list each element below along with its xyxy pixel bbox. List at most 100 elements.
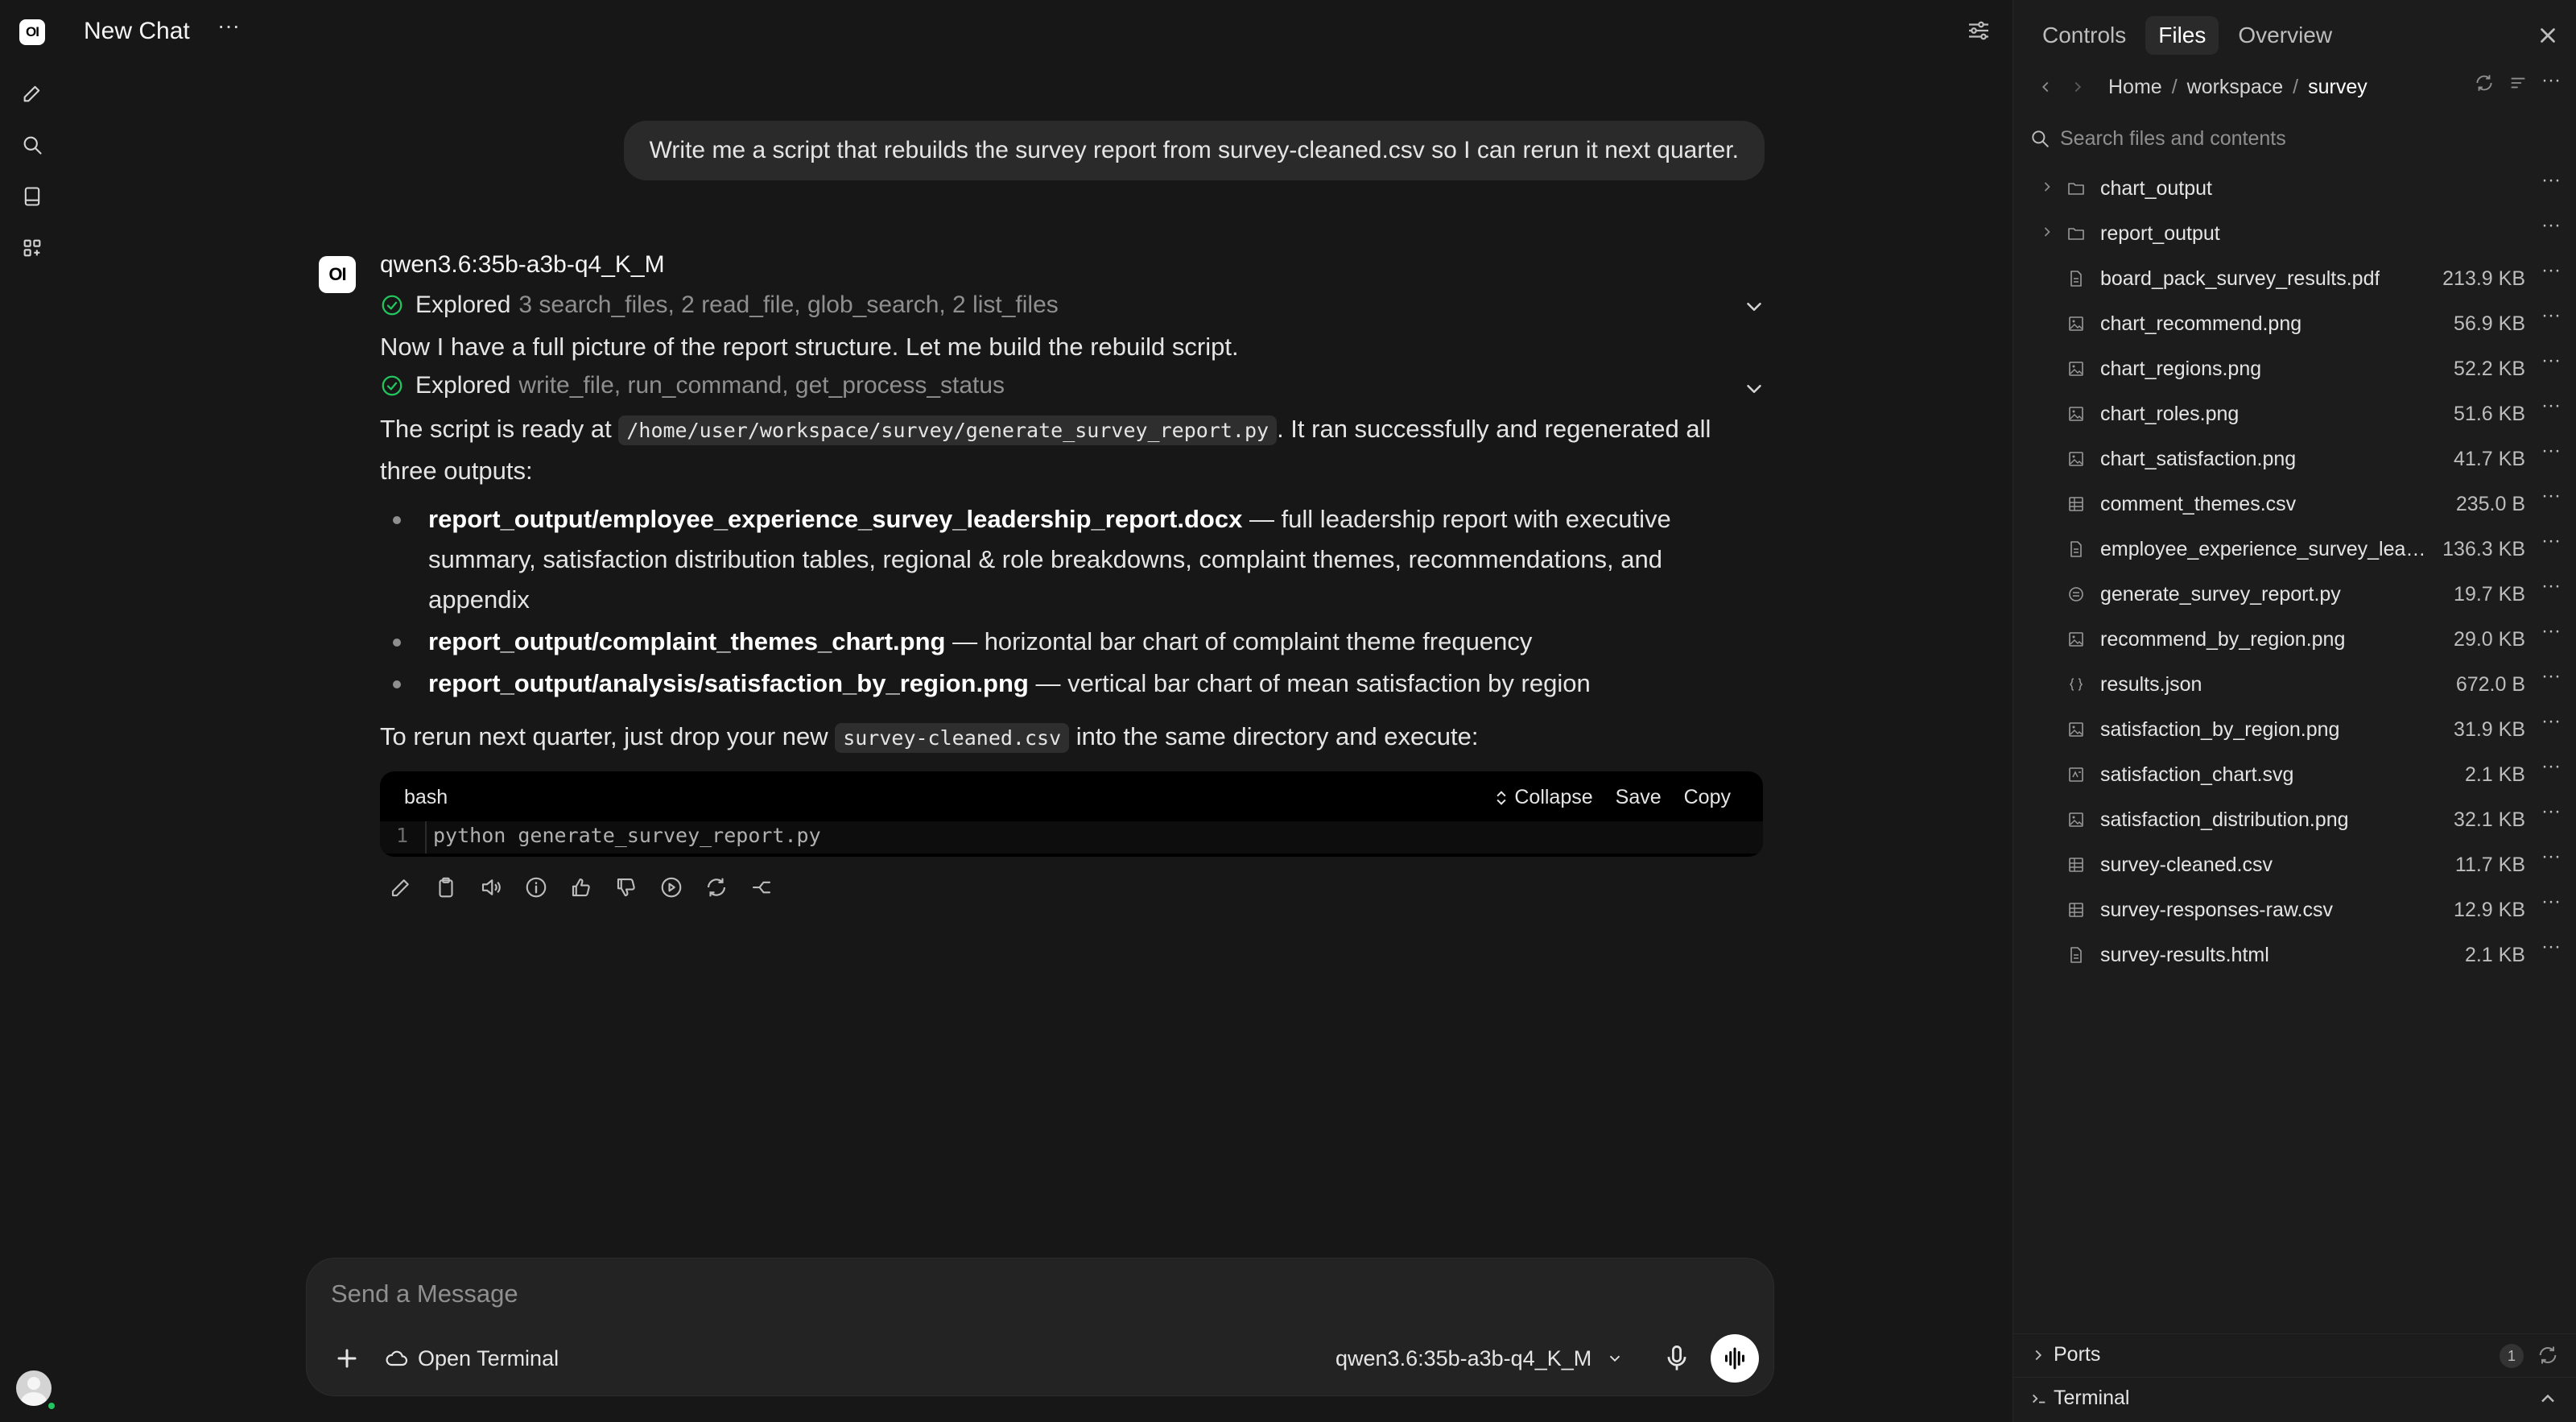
file-name: results.json [2100,673,2202,696]
file-more-icon[interactable]: ··· [2538,306,2564,335]
file-row[interactable]: recommend_by_region.png 29.0 KB ··· [2013,617,2576,662]
sort-lines-icon [2511,77,2525,89]
file-more-icon[interactable]: ··· [2538,261,2564,290]
chat-more-icon[interactable]: ··· [214,14,243,47]
expand-explored-2-button[interactable] [1742,377,1766,401]
file-more-icon[interactable]: ··· [2538,667,2564,696]
regenerate-button[interactable] [702,873,731,902]
thumbs-up-button[interactable] [567,873,596,902]
file-row[interactable]: chart_satisfaction.png 41.7 KB ··· [2013,436,2576,482]
copy-message-button[interactable] [431,873,460,902]
file-row[interactable]: comment_themes.csv 235.0 B ··· [2013,482,2576,527]
explored-group-2[interactable]: Explored write_file, run_command, get_pr… [380,372,1005,399]
rerun-file-code: survey-cleaned.csv [835,723,1070,753]
breadcrumb-home[interactable]: Home [2108,76,2162,99]
rerun-prefix: To rerun next quarter, just drop your ne… [380,722,828,750]
forward-button[interactable] [2062,72,2094,101]
file-row[interactable]: satisfaction_distribution.png 32.1 KB ··· [2013,797,2576,842]
file-row[interactable]: board_pack_survey_results.pdf 213.9 KB ··· [2013,256,2576,301]
file-row[interactable]: results.json 672.0 B ··· [2013,662,2576,707]
file-row[interactable]: survey-results.html 2.1 KB ··· [2013,932,2576,978]
read-aloud-button[interactable] [477,873,506,902]
search-button[interactable] [16,129,48,161]
tab-overview[interactable]: Overview [2225,16,2345,55]
expand-folder-icon[interactable] [2039,179,2058,198]
close-panel-button[interactable] [2533,21,2562,50]
refresh-files-button[interactable] [2474,72,2495,93]
file-row[interactable]: generate_survey_report.py 19.7 KB ··· [2013,572,2576,617]
file-row[interactable]: satisfaction_chart.svg 2.1 KB ··· [2013,752,2576,797]
file-more-icon[interactable]: ··· [2538,757,2564,786]
branch-button[interactable] [747,873,776,902]
open-terminal-button[interactable]: Open Terminal [384,1342,559,1374]
file-more-icon[interactable]: ··· [2538,531,2564,560]
file-more-icon[interactable]: ··· [2538,351,2564,380]
file-type-icon [2066,179,2086,198]
file-row[interactable]: chart_recommend.png 56.9 KB ··· [2013,301,2576,346]
terminal-section[interactable]: Terminal [2013,1377,2576,1419]
file-more-icon[interactable]: ··· [2538,847,2564,876]
ports-section[interactable]: Ports 1 [2013,1333,2576,1375]
refresh-ports-button[interactable] [2537,1344,2559,1366]
file-more-icon[interactable]: ··· [2538,396,2564,425]
assistant-paragraph: Now I have a full picture of the report … [380,333,1239,361]
workspace-button[interactable] [16,232,48,264]
file-more-icon[interactable]: ··· [2538,712,2564,741]
breadcrumb-workspace[interactable]: workspace [2187,76,2284,99]
tab-controls[interactable]: Controls [2029,16,2139,55]
attach-button[interactable] [331,1342,363,1374]
file-more-icon[interactable]: ··· [2538,577,2564,606]
breadcrumb-survey[interactable]: survey [2308,76,2368,99]
back-button[interactable] [2029,72,2062,101]
file-more-icon[interactable]: ··· [2538,802,2564,831]
model-selector[interactable]: qwen3.6:35b-a3b-q4_K_M [1335,1342,1624,1374]
script-ready-paragraph: The script is ready at /home/user/worksp… [380,409,1765,491]
file-row[interactable]: chart_roles.png 51.6 KB ··· [2013,391,2576,436]
message-input[interactable] [331,1276,1748,1312]
chat-controls-button[interactable] [1964,16,1993,45]
expand-explored-1-button[interactable] [1742,295,1766,319]
voice-mode-button[interactable] [1711,1334,1759,1383]
file-more-icon[interactable]: ··· [2538,892,2564,921]
collapse-button[interactable]: Collapse [1495,786,1593,809]
file-type-icon [2066,945,2086,965]
save-button[interactable]: Save [1616,786,1662,809]
search-icon [2032,130,2049,147]
folder-row[interactable]: report_output ··· [2013,211,2576,256]
code-text[interactable]: python generate_survey_report.py [433,821,821,850]
file-size: 235.0 B [2455,493,2525,515]
continue-button[interactable] [657,873,686,902]
file-row[interactable]: employee_experience_survey_lead... 136.3 … [2013,527,2576,572]
user-avatar[interactable] [16,1370,52,1406]
file-row[interactable]: chart_regions.png 52.2 KB ··· [2013,346,2576,391]
more-options-button[interactable]: ··· [2541,71,2561,93]
line-number: 1 [396,824,409,847]
file-more-icon[interactable]: ··· [2538,622,2564,651]
file-more-icon[interactable]: ··· [2538,486,2564,515]
new-chat-button[interactable] [16,77,48,110]
file-more-icon[interactable]: ··· [2538,171,2564,200]
thumbs-down-button[interactable] [612,873,641,902]
dictate-button[interactable] [1659,1341,1695,1376]
sort-files-button[interactable] [2508,72,2529,93]
file-row[interactable]: satisfaction_by_region.png 31.9 KB ··· [2013,707,2576,752]
file-more-icon[interactable]: ··· [2538,216,2564,245]
file-row[interactable]: survey-cleaned.csv 11.7 KB ··· [2013,842,2576,887]
info-button[interactable] [522,873,551,902]
notes-button[interactable] [16,180,48,213]
expand-folder-icon[interactable] [2039,224,2058,243]
folder-row[interactable]: chart_output ··· [2013,166,2576,211]
edit-button[interactable] [386,873,415,902]
expand-terminal-button[interactable] [2537,1387,2559,1410]
file-more-icon[interactable]: ··· [2538,937,2564,966]
file-search-input[interactable] [2060,126,2543,151]
file-row[interactable]: survey-responses-raw.csv 12.9 KB ··· [2013,887,2576,932]
explored-group-1[interactable]: Explored 3 search_files, 2 read_file, gl… [380,291,1059,319]
file-type-icon [2066,404,2086,424]
file-name: satisfaction_by_region.png [2100,718,2340,741]
copy-button[interactable]: Copy [1684,786,1731,809]
file-name: comment_themes.csv [2100,493,2297,515]
tab-files[interactable]: Files [2145,16,2219,55]
app-logo[interactable]: OI [16,16,48,48]
file-more-icon[interactable]: ··· [2538,441,2564,470]
